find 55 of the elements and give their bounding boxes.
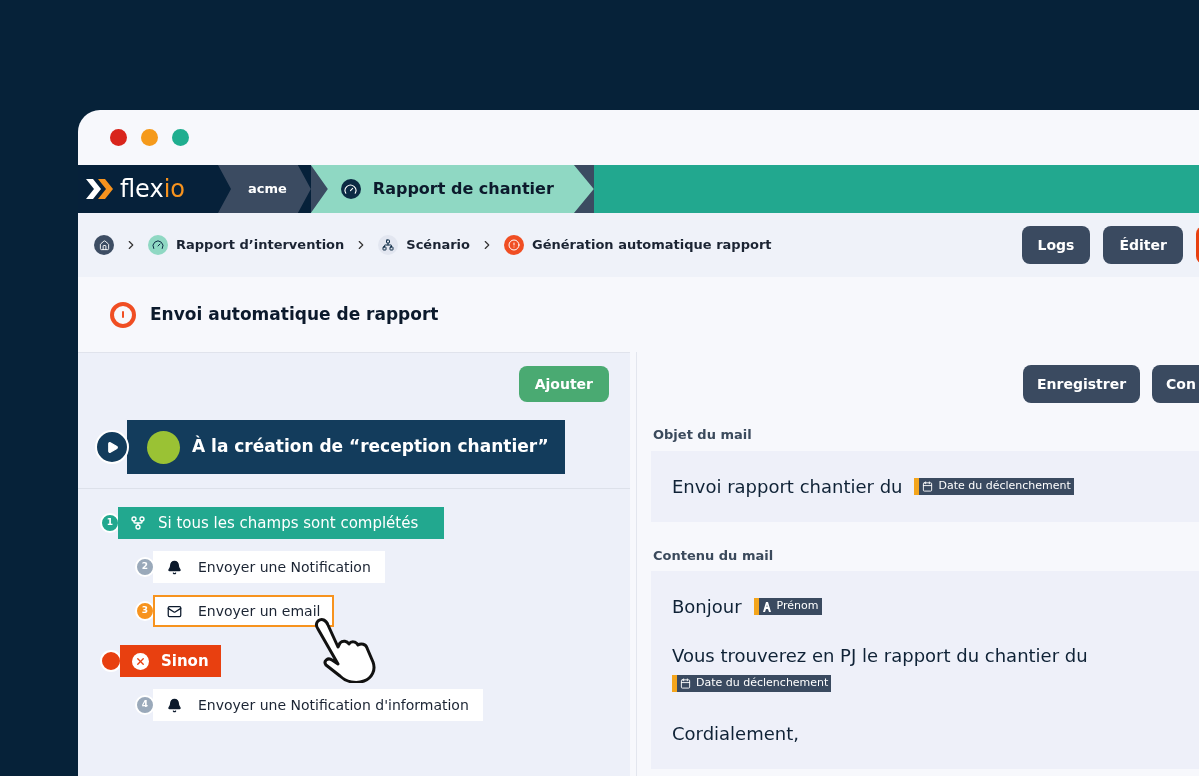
toolbar-button[interactable]: Logs [1021, 226, 1091, 264]
breadcrumb-link[interactable]: Scénario [406, 235, 470, 255]
mail-field[interactable]: Envoi rapport chantier du Date du déclenchement [651, 450, 1199, 522]
step-number: 1 [100, 513, 120, 533]
action-label: Envoyer une Notification d'information [198, 695, 469, 715]
bell-icon [167, 559, 182, 575]
alert-icon [110, 301, 136, 328]
action-node[interactable]: Envoyer une Notification [153, 551, 385, 583]
gauge-icon [340, 179, 361, 199]
else-label: Sinon [161, 650, 209, 672]
workspace-tab[interactable]: acme [218, 165, 311, 213]
action-label: Envoyer une Notification [198, 557, 371, 577]
calendar-icon [680, 678, 691, 689]
chevron-logo-icon [86, 179, 114, 199]
field-label: Contenu du mail [652, 546, 775, 565]
mail-field[interactable]: Bonjour Prénom Vous trouverez en PJ le rapport du chantier du Date du déclenchement Cordialement, [651, 571, 1199, 769]
alert-icon [504, 235, 524, 255]
mail-text: Vous trouverez en PJ le rapport du chantier du [672, 644, 1088, 668]
mail-text: Bonjour [672, 595, 742, 619]
trigger-label: À la création de “reception chantier” [192, 434, 549, 459]
step-number: 3 [135, 601, 155, 621]
action-node[interactable]: Envoyer un email [153, 595, 335, 627]
mail-text: Cordialement, [672, 722, 799, 746]
window-control[interactable] [110, 129, 127, 146]
app-tab[interactable]: Rapport de chantier [310, 165, 594, 213]
form-button[interactable]: Con [1152, 365, 1199, 403]
form-button[interactable]: Enregistrer [1023, 365, 1141, 403]
toolbar-button[interactable]: Éditer [1103, 226, 1183, 264]
variable-tag[interactable]: Date du déclenchement [672, 675, 832, 692]
action-label: Envoyer un email [198, 601, 321, 621]
step-number: 2 [135, 557, 155, 577]
breadcrumb-link[interactable]: Rapport d’intervention [176, 235, 345, 255]
variable-tag[interactable]: Prénom [753, 598, 822, 615]
branch-icon [130, 515, 146, 531]
breadcrumb-link[interactable]: Génération automatique rapport [532, 235, 772, 255]
logo: flexio [120, 174, 186, 205]
hierarchy-icon [378, 235, 399, 255]
cross-icon [132, 652, 149, 670]
mail-icon [167, 603, 182, 619]
letter-icon [761, 601, 772, 612]
play-icon[interactable] [95, 430, 129, 464]
gauge-icon [148, 235, 168, 255]
bell-icon [167, 697, 182, 713]
trigger-node[interactable]: À la création de “reception chantier” [127, 420, 565, 474]
step-number: 4 [135, 695, 155, 715]
field-label: Objet du mail [652, 426, 753, 444]
home-icon[interactable] [94, 235, 114, 255]
mail-text: Envoi rapport chantier du [672, 474, 903, 499]
condition-label: Si tous les champs sont complétés [158, 512, 419, 534]
action-node[interactable]: Envoyer une Notification d'information [153, 689, 483, 721]
variable-tag[interactable]: Date du déclenchement [914, 477, 1074, 495]
else-node[interactable]: Sinon [120, 645, 221, 677]
window-control[interactable] [172, 129, 189, 146]
page-title: Envoi automatique de rapport [150, 302, 439, 326]
calendar-icon [922, 480, 934, 492]
